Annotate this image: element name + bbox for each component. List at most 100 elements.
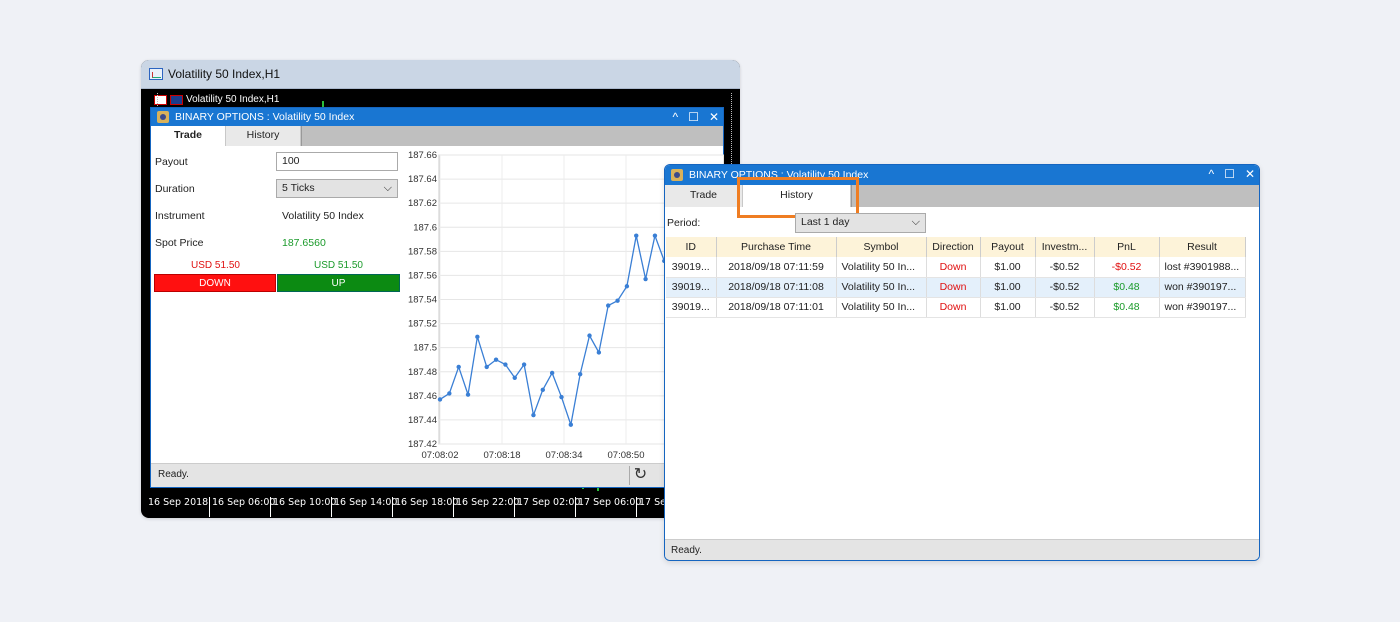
chevron-down-icon: ⌵ bbox=[911, 216, 920, 228]
cell-symbol: Volatility 50 In... bbox=[836, 297, 927, 318]
time-axis-label: 17 Sep 02:00 bbox=[514, 497, 580, 517]
instrument-label: Instrument bbox=[155, 209, 205, 222]
chart-window-titlebar[interactable]: Volatility 50 Index,H1 bbox=[141, 60, 740, 89]
minimize-icon[interactable]: ^ bbox=[1209, 167, 1215, 181]
y-tick-label: 187.48 bbox=[408, 367, 437, 378]
trade-panel-title: BINARY OPTIONS : Volatility 50 Index bbox=[175, 111, 355, 123]
period-label: Period: bbox=[667, 217, 701, 229]
trade-status-bar: Ready. ↻ bbox=[151, 463, 723, 487]
chart-window-title: Volatility 50 Index,H1 bbox=[168, 67, 281, 81]
cell-id: 39019... bbox=[666, 297, 717, 318]
trade-panel-tabs: Trade History bbox=[151, 126, 723, 146]
cell-id: 39019... bbox=[666, 257, 717, 278]
chevron-down-icon: ⌵ bbox=[383, 182, 392, 194]
eu-flag-icon bbox=[154, 94, 167, 105]
data-point bbox=[577, 371, 583, 377]
close-icon[interactable]: ✕ bbox=[1245, 167, 1255, 181]
column-header[interactable]: Result bbox=[1159, 237, 1246, 257]
cell-time: 2018/09/18 07:11:08 bbox=[716, 277, 837, 298]
period-filter: Period: Last 1 day ⌵ bbox=[667, 213, 926, 233]
cell-payout: $1.00 bbox=[980, 297, 1036, 318]
tab-history[interactable]: History bbox=[226, 126, 301, 146]
minimize-icon[interactable]: ^ bbox=[673, 110, 679, 124]
table-row[interactable]: 39019... 2018/09/18 07:11:08 Volatility … bbox=[666, 277, 1246, 298]
cell-investment: -$0.52 bbox=[1035, 277, 1095, 298]
binary-options-icon bbox=[157, 111, 169, 123]
x-tick-label: 07:08:50 bbox=[608, 450, 645, 461]
y-tick-label: 187.66 bbox=[408, 150, 437, 161]
time-axis: 16 Sep 2018 16 Sep 06:00 16 Sep 10:00 16… bbox=[148, 497, 740, 517]
data-point bbox=[484, 364, 489, 370]
chart-sub-title: Volatility 50 Index,H1 bbox=[186, 94, 280, 105]
us-flag-icon bbox=[170, 94, 183, 105]
data-point bbox=[643, 276, 648, 282]
data-point bbox=[493, 357, 499, 362]
payout-input[interactable]: 100 bbox=[276, 152, 398, 171]
data-point bbox=[606, 303, 611, 308]
table-row[interactable]: 39019... 2018/09/18 07:11:01 Volatility … bbox=[666, 297, 1246, 318]
table-header-row: ID Purchase Time Symbol Direction Payout… bbox=[666, 237, 1246, 257]
payout-label: Payout bbox=[155, 155, 188, 168]
close-icon[interactable]: ✕ bbox=[709, 110, 719, 124]
data-point bbox=[512, 375, 517, 380]
data-point bbox=[475, 334, 480, 340]
history-tab-highlight bbox=[737, 177, 859, 218]
y-tick-label: 187.5 bbox=[413, 343, 437, 354]
cell-direction: Down bbox=[926, 257, 981, 278]
cell-payout: $1.00 bbox=[980, 257, 1036, 278]
column-header[interactable]: ID bbox=[666, 237, 717, 257]
tab-trade[interactable]: Trade bbox=[665, 185, 743, 207]
duration-label: Duration bbox=[155, 182, 195, 195]
chart-symbol-label: Volatility 50 Index,H1 bbox=[154, 94, 279, 105]
table-row[interactable]: 39019... 2018/09/18 07:11:59 Volatility … bbox=[666, 257, 1246, 278]
column-header[interactable]: PnL bbox=[1094, 237, 1160, 257]
duration-select[interactable]: 5 Ticks ⌵ bbox=[276, 179, 398, 198]
data-point bbox=[531, 412, 536, 418]
tab-strip-fill bbox=[851, 185, 1259, 207]
cell-result: lost #3901988... bbox=[1159, 257, 1246, 278]
refresh-icon[interactable]: ↻ bbox=[629, 466, 651, 485]
maximize-icon[interactable]: ☐ bbox=[1224, 167, 1235, 181]
down-price: USD 51.50 bbox=[191, 260, 240, 271]
data-point bbox=[615, 298, 620, 303]
time-axis-label: 16 Sep 06:00 bbox=[209, 497, 275, 517]
x-tick-label: 07:08:34 bbox=[546, 450, 583, 461]
data-point bbox=[652, 233, 658, 238]
up-button[interactable]: UP bbox=[277, 274, 400, 292]
time-axis-label: 16 Sep 2018 bbox=[148, 497, 209, 508]
duration-value: 5 Ticks bbox=[282, 182, 315, 194]
time-axis-label: 16 Sep 22:00 bbox=[453, 497, 519, 517]
down-button[interactable]: DOWN bbox=[154, 274, 276, 292]
column-header[interactable]: Investm... bbox=[1035, 237, 1095, 257]
history-window: BINARY OPTIONS : Volatility 50 Index ^ ☐… bbox=[664, 164, 1260, 561]
y-tick-label: 187.42 bbox=[408, 439, 437, 450]
column-header[interactable]: Direction bbox=[926, 237, 981, 257]
time-axis-label: 16 Sep 18:00 bbox=[392, 497, 458, 517]
column-header[interactable]: Purchase Time bbox=[716, 237, 837, 257]
time-axis-label: 16 Sep 10:00 bbox=[270, 497, 336, 517]
y-tick-label: 187.56 bbox=[408, 270, 437, 281]
maximize-icon[interactable]: ☐ bbox=[688, 110, 699, 124]
data-point bbox=[624, 284, 630, 289]
spot-price-value: 187.6560 bbox=[282, 236, 326, 249]
time-axis-label: 17 Sep 06:00 bbox=[575, 497, 641, 517]
column-header[interactable]: Payout bbox=[980, 237, 1036, 257]
cell-pnl: -$0.52 bbox=[1094, 257, 1160, 278]
y-tick-label: 187.62 bbox=[408, 198, 437, 209]
trade-panel-titlebar[interactable]: BINARY OPTIONS : Volatility 50 Index ^ ☐… bbox=[151, 108, 723, 126]
y-tick-label: 187.54 bbox=[408, 295, 437, 306]
column-header[interactable]: Symbol bbox=[836, 237, 927, 257]
history-status-bar: Ready. bbox=[665, 539, 1259, 560]
data-point bbox=[447, 391, 452, 396]
cell-symbol: Volatility 50 In... bbox=[836, 277, 927, 298]
data-point bbox=[503, 362, 508, 367]
tab-trade[interactable]: Trade bbox=[151, 126, 226, 146]
time-axis-label: 16 Sep 14:00 bbox=[331, 497, 397, 517]
cell-investment: -$0.52 bbox=[1035, 297, 1095, 318]
data-point bbox=[540, 387, 545, 393]
binary-options-icon bbox=[671, 169, 683, 181]
tab-strip-fill bbox=[301, 126, 723, 146]
history-table: ID Purchase Time Symbol Direction Payout… bbox=[666, 237, 1246, 318]
cell-direction: Down bbox=[926, 297, 981, 318]
period-select[interactable]: Last 1 day ⌵ bbox=[795, 213, 926, 233]
